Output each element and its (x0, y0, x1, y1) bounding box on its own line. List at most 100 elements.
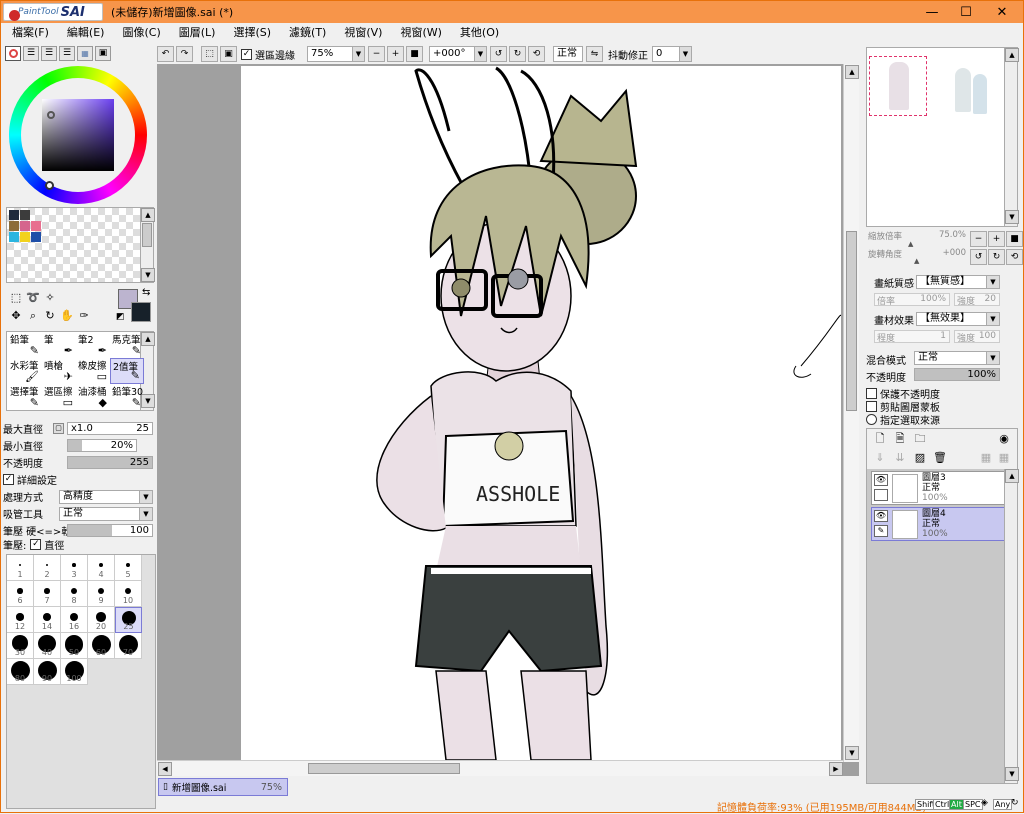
effect-width-field[interactable]: 程度 1 (874, 330, 950, 344)
eye-icon[interactable]: 👁 (874, 474, 888, 486)
palette-scroll-thumb[interactable] (142, 223, 152, 247)
move-icon[interactable]: ✥ (9, 309, 23, 323)
scroll-up-icon[interactable]: ▲ (845, 65, 859, 79)
zoom-out-button[interactable]: − (368, 46, 385, 62)
swatch-tab[interactable]: ▦ (77, 45, 93, 61)
brush-size-cell[interactable]: 30 (7, 633, 34, 659)
brush-size-cell[interactable]: 6 (7, 581, 34, 607)
nav-rotate-right-button[interactable]: ↻ (988, 249, 1005, 265)
nav-zoom-in-button[interactable]: + (988, 231, 1005, 247)
nav-zoom-slider-icon[interactable]: ▲ (908, 240, 913, 248)
vscroll-thumb[interactable] (846, 231, 857, 411)
effect-select[interactable]: 【無效果】 ▼ (916, 312, 1000, 326)
scroll-up-icon[interactable]: ▲ (1005, 48, 1019, 62)
menu-edit[interactable]: 編輯(E) (58, 23, 114, 43)
flip-button[interactable]: ⇋ (586, 46, 603, 62)
brush-size-cell[interactable]: 25 (115, 607, 142, 633)
brush-size-cell[interactable]: 14 (34, 607, 61, 633)
rect-select-icon[interactable]: ⬚ (9, 291, 23, 305)
rotate-icon[interactable]: ↻ (43, 309, 57, 323)
brush-size-cell[interactable]: 20 (88, 607, 115, 633)
pressure-size-checkbox[interactable]: ✓ (30, 539, 42, 550)
brush-size-cell[interactable]: 10 (115, 581, 142, 607)
brush-tool-4[interactable]: 馬克筆 ✎ (110, 332, 144, 358)
brush-tool-8[interactable]: 2值筆 ✎ (110, 358, 144, 384)
brush-size-cell[interactable]: 16 (61, 607, 88, 633)
new-layer-set-icon[interactable]: 🗎 (893, 432, 907, 446)
nav-angle-slider-icon[interactable]: ▲ (914, 257, 919, 265)
scratchpad-tab[interactable]: ▣ (95, 45, 111, 61)
swatch-1[interactable] (9, 210, 19, 220)
sv-square[interactable] (42, 99, 114, 171)
scroll-down-icon[interactable]: ▼ (845, 746, 859, 760)
rgb-slider-tab[interactable]: ☰ (23, 45, 39, 61)
zoom-in-button[interactable]: + (387, 46, 404, 62)
brush-size-cell[interactable]: 80 (7, 659, 34, 685)
drawing-canvas[interactable]: ASSHOLE (241, 66, 841, 760)
size-mult-toggle[interactable]: ▢ (53, 423, 64, 434)
canvas-vscroll[interactable]: ▲ ▼ (843, 64, 859, 762)
dropper-select[interactable]: 正常 ▼ (59, 507, 153, 521)
swatch-5[interactable] (31, 221, 41, 231)
brush-tool-11[interactable]: 油漆桶 ◆ (76, 384, 110, 410)
max-size-slider[interactable]: x1.0 25 (67, 422, 153, 435)
brush-tool-3[interactable]: 筆2 ✒ (76, 332, 110, 358)
brush-size-cell[interactable]: 3 (61, 555, 88, 581)
brush-size-cell[interactable]: 1 (7, 555, 34, 581)
swatch-3[interactable] (9, 221, 19, 231)
menu-other[interactable]: 其他(O) (451, 23, 508, 43)
opacity-slider[interactable]: 255 (67, 456, 153, 469)
nav-rotate-left-button[interactable]: ↺ (970, 249, 987, 265)
folder-icon[interactable]: 🗀 (913, 432, 927, 446)
redo-button[interactable]: ↷ (176, 46, 193, 62)
paper-strength-field[interactable]: 強度 20 (954, 293, 1000, 307)
selection-source-radio[interactable] (866, 414, 877, 425)
layer-mask-delete-icon[interactable]: ▦ (997, 451, 1011, 465)
zoom-icon[interactable]: ⌕ (26, 309, 40, 323)
layer-item-4[interactable]: 👁 ✎ 圖層4 正常 100% (871, 507, 1009, 541)
brush-size-cell[interactable]: 90 (34, 659, 61, 685)
hand-icon[interactable]: ✋ (60, 309, 74, 323)
palette-scrollbar[interactable]: ▲ ▼ (140, 208, 155, 282)
paper-select[interactable]: 【無質感】 ▼ (916, 275, 1000, 289)
scroll-down-icon[interactable]: ▼ (1005, 767, 1019, 781)
swatch-4[interactable] (20, 221, 30, 231)
brush-tool-1[interactable]: 鉛筆 ✎ (8, 332, 42, 358)
brush-size-cell[interactable]: 7 (34, 581, 61, 607)
rotate-reset-button[interactable]: ⟲ (528, 46, 545, 62)
eyedropper-icon[interactable]: ✑ (77, 309, 91, 323)
scroll-down-icon[interactable]: ▼ (1005, 210, 1019, 224)
rotate-right-button[interactable]: ↻ (509, 46, 526, 62)
brush-size-cell[interactable]: 100 (61, 659, 88, 685)
brush-tool-5[interactable]: 水彩筆 🖌 (8, 358, 42, 384)
menu-view[interactable]: 視窗(V) (335, 23, 391, 43)
process-select[interactable]: 高精度 ▼ (59, 490, 153, 504)
brush-size-cell[interactable]: 8 (61, 581, 88, 607)
layer-item-3[interactable]: 👁 圖層3 正常 100% (871, 471, 1009, 505)
hue-cursor[interactable] (45, 181, 54, 190)
clipping-checkbox[interactable] (866, 401, 877, 412)
lasso-icon[interactable]: ➰ (26, 291, 40, 305)
zoom-reset-button[interactable]: ■ (406, 46, 423, 62)
clear-layer-icon[interactable]: ▨ (913, 451, 927, 465)
canvas-hscroll[interactable]: ◀ ▶ (157, 760, 843, 776)
stabilizer-select[interactable]: 0 ▼ (652, 46, 692, 62)
brush-size-cell[interactable]: 40 (34, 633, 61, 659)
brush-size-cell[interactable]: 4 (88, 555, 115, 581)
swatch-palette[interactable]: ▲ ▼ (6, 207, 155, 283)
deselect-button[interactable]: ⬚ (201, 46, 218, 62)
menu-layer[interactable]: 圖層(L) (170, 23, 225, 43)
scroll-left-icon[interactable]: ◀ (158, 762, 172, 776)
maximize-button[interactable]: ☐ (949, 1, 983, 23)
delete-layer-icon[interactable]: 🗑 (933, 451, 947, 465)
menu-image[interactable]: 圖像(C) (113, 23, 169, 43)
close-button[interactable]: ✕ (985, 1, 1019, 23)
brush-size-cell[interactable]: 50 (61, 633, 88, 659)
nav-rotate-reset-button[interactable]: ⟲ (1006, 249, 1023, 265)
reset-colors-icon[interactable]: ◩ (116, 312, 125, 322)
canvas-area[interactable]: ASSHOLE (157, 64, 859, 776)
brush-tool-2[interactable]: 筆 ✒ (42, 332, 76, 358)
lock-toggle[interactable] (874, 489, 888, 501)
color-wheel-tab[interactable] (5, 45, 21, 61)
layer-opacity-slider[interactable]: 100% (914, 368, 1000, 381)
